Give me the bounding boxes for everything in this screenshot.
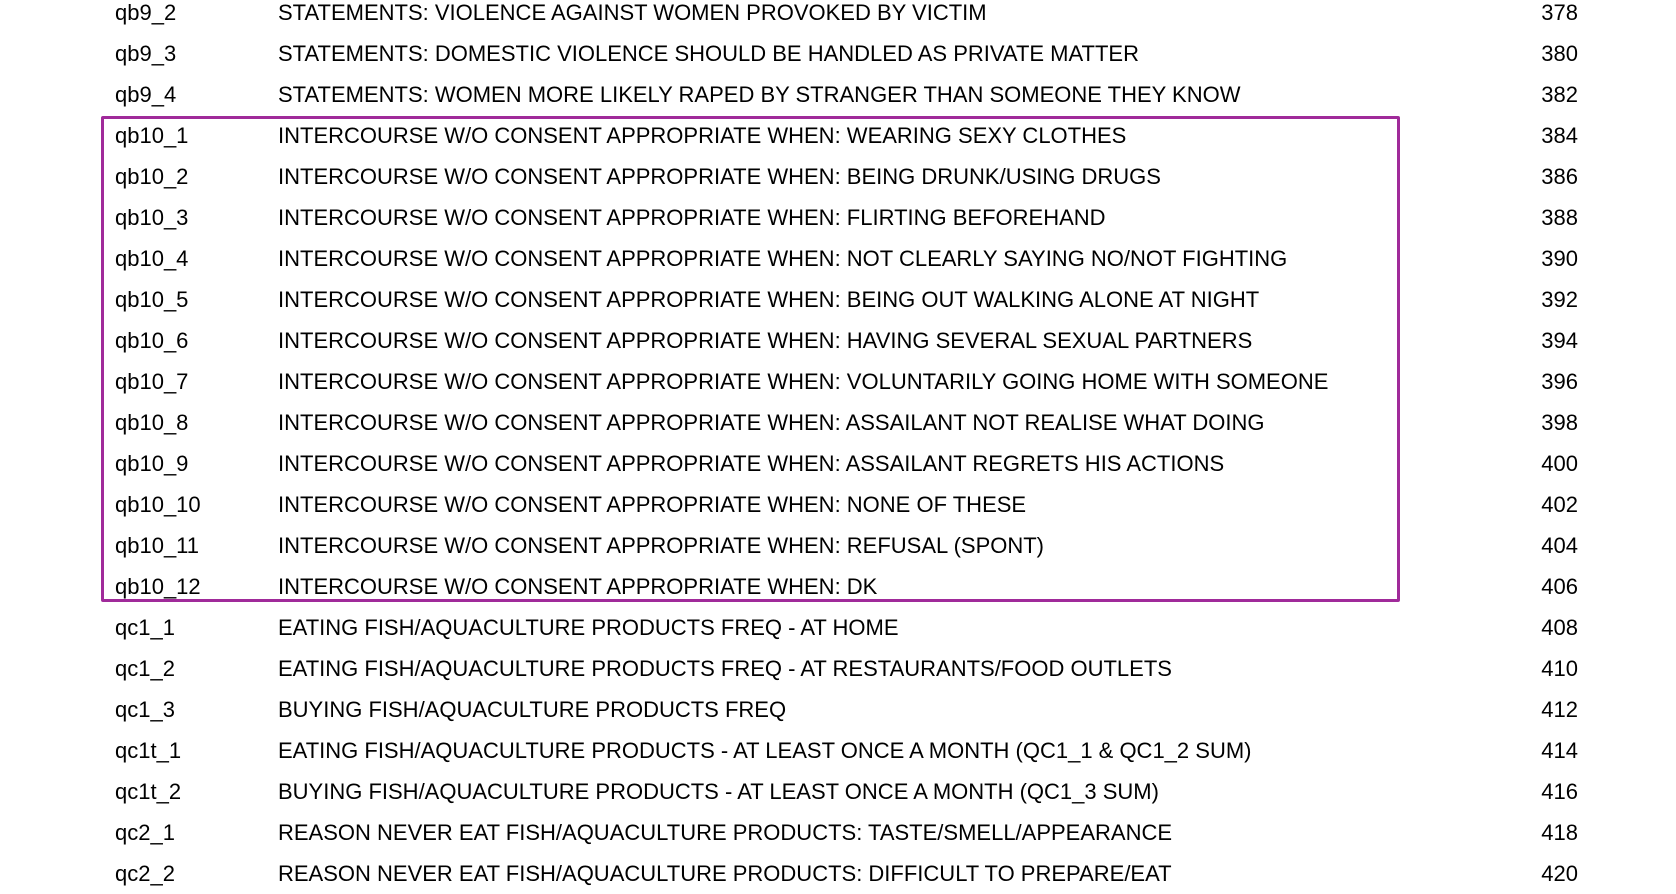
variable-label: INTERCOURSE W/O CONSENT APPROPRIATE WHEN… bbox=[278, 246, 1288, 271]
table-row: qc1_3 BUYING FISH/AQUACULTURE PRODUCTS FR… bbox=[0, 689, 1676, 730]
variable-name: qc1t_1 bbox=[115, 738, 182, 763]
table-row: qb10_12 INTERCOURSE W/O CONSENT APPROPRIA… bbox=[0, 566, 1676, 607]
variable-name: qc1_2 bbox=[115, 656, 175, 681]
variable-label: INTERCOURSE W/O CONSENT APPROPRIATE WHEN… bbox=[278, 205, 1106, 230]
page-number: 414 bbox=[1541, 738, 1578, 763]
page-number: 410 bbox=[1541, 656, 1578, 681]
variable-label: STATEMENTS: DOMESTIC VIOLENCE SHOULD BE … bbox=[278, 41, 1139, 66]
page-number: 412 bbox=[1541, 697, 1578, 722]
table-row: qc1_1 EATING FISH/AQUACULTURE PRODUCTS FR… bbox=[0, 607, 1676, 648]
page-number: 398 bbox=[1541, 410, 1578, 435]
variable-name: qb10_12 bbox=[115, 574, 201, 599]
variable-name: qb10_6 bbox=[115, 328, 189, 353]
table-row: qb9_4 STATEMENTS: WOMEN MORE LIKELY RAPED… bbox=[0, 74, 1676, 115]
variable-label: INTERCOURSE W/O CONSENT APPROPRIATE WHEN… bbox=[278, 287, 1260, 312]
variable-label: REASON NEVER EAT FISH/AQUACULTURE PRODUC… bbox=[278, 861, 1172, 886]
variable-label: BUYING FISH/AQUACULTURE PRODUCTS FREQ bbox=[278, 697, 787, 722]
variable-label: EATING FISH/AQUACULTURE PRODUCTS FREQ - … bbox=[278, 615, 899, 640]
variable-index-table: qb9_2 STATEMENTS: VIOLENCE AGAINST WOMEN … bbox=[0, 0, 1676, 894]
variable-label: INTERCOURSE W/O CONSENT APPROPRIATE WHEN… bbox=[278, 492, 1027, 517]
table-row: qb10_4 INTERCOURSE W/O CONSENT APPROPRIAT… bbox=[0, 238, 1676, 279]
table-row: qb9_3 STATEMENTS: DOMESTIC VIOLENCE SHOUL… bbox=[0, 33, 1676, 74]
table-row: qc2_1 REASON NEVER EAT FISH/AQUACULTURE P… bbox=[0, 812, 1676, 853]
variable-name: qb10_1 bbox=[115, 123, 189, 148]
variable-name: qb10_3 bbox=[115, 205, 189, 230]
table-row: qb10_8 INTERCOURSE W/O CONSENT APPROPRIAT… bbox=[0, 402, 1676, 443]
page-number: 384 bbox=[1541, 123, 1578, 148]
variable-label: INTERCOURSE W/O CONSENT APPROPRIATE WHEN… bbox=[278, 533, 1045, 558]
variable-label: EATING FISH/AQUACULTURE PRODUCTS FREQ - … bbox=[278, 656, 1172, 681]
variable-name: qb9_2 bbox=[115, 0, 177, 25]
table-row: qb10_2 INTERCOURSE W/O CONSENT APPROPRIAT… bbox=[0, 156, 1676, 197]
table-row: qc1t_2 BUYING FISH/AQUACULTURE PRODUCTS -… bbox=[0, 771, 1676, 812]
variable-name: qb10_8 bbox=[115, 410, 189, 435]
variable-label: STATEMENTS: VIOLENCE AGAINST WOMEN PROVO… bbox=[278, 0, 987, 25]
table-row: qc1t_1 EATING FISH/AQUACULTURE PRODUCTS -… bbox=[0, 730, 1676, 771]
page-number: 380 bbox=[1541, 41, 1578, 66]
table-row: qb10_6 INTERCOURSE W/O CONSENT APPROPRIAT… bbox=[0, 320, 1676, 361]
variable-name: qb10_10 bbox=[115, 492, 201, 517]
variable-label: INTERCOURSE W/O CONSENT APPROPRIATE WHEN… bbox=[278, 451, 1225, 476]
page-number: 406 bbox=[1541, 574, 1578, 599]
page-number: 390 bbox=[1541, 246, 1578, 271]
table-row: qb9_2 STATEMENTS: VIOLENCE AGAINST WOMEN … bbox=[0, 0, 1676, 33]
variable-name: qc2_2 bbox=[115, 861, 175, 886]
table-row: qb10_11 INTERCOURSE W/O CONSENT APPROPRIA… bbox=[0, 525, 1676, 566]
variable-name: qb10_2 bbox=[115, 164, 189, 189]
variable-name: qc1_1 bbox=[115, 615, 175, 640]
page-number: 418 bbox=[1541, 820, 1578, 845]
variable-label: INTERCOURSE W/O CONSENT APPROPRIATE WHEN… bbox=[278, 328, 1253, 353]
variable-name: qb10_5 bbox=[115, 287, 189, 312]
variable-label: INTERCOURSE W/O CONSENT APPROPRIATE WHEN… bbox=[278, 410, 1265, 435]
variable-name: qb10_7 bbox=[115, 369, 189, 394]
variable-name: qb10_11 bbox=[115, 533, 200, 558]
page-number: 382 bbox=[1541, 82, 1578, 107]
variable-label: INTERCOURSE W/O CONSENT APPROPRIATE WHEN… bbox=[278, 164, 1161, 189]
variable-name: qc2_1 bbox=[115, 820, 175, 845]
variable-name: qb9_4 bbox=[115, 82, 177, 107]
variable-label: REASON NEVER EAT FISH/AQUACULTURE PRODUC… bbox=[278, 820, 1173, 845]
variable-label: INTERCOURSE W/O CONSENT APPROPRIATE WHEN… bbox=[278, 369, 1329, 394]
variable-name: qc1_3 bbox=[115, 697, 175, 722]
page-number: 392 bbox=[1541, 287, 1578, 312]
table-row: qc1_2 EATING FISH/AQUACULTURE PRODUCTS FR… bbox=[0, 648, 1676, 689]
page-number: 378 bbox=[1541, 0, 1578, 25]
page-number: 416 bbox=[1541, 779, 1578, 804]
table-row: qc2_2 REASON NEVER EAT FISH/AQUACULTURE P… bbox=[0, 853, 1676, 894]
table-row: qb10_9 INTERCOURSE W/O CONSENT APPROPRIAT… bbox=[0, 443, 1676, 484]
variable-label: INTERCOURSE W/O CONSENT APPROPRIATE WHEN… bbox=[278, 574, 878, 599]
table-row: qb10_1 INTERCOURSE W/O CONSENT APPROPRIAT… bbox=[0, 115, 1676, 156]
variable-label: STATEMENTS: WOMEN MORE LIKELY RAPED BY S… bbox=[278, 82, 1241, 107]
page-number: 402 bbox=[1541, 492, 1578, 517]
page-number: 404 bbox=[1541, 533, 1578, 558]
table-row: qb10_7 INTERCOURSE W/O CONSENT APPROPRIAT… bbox=[0, 361, 1676, 402]
variable-name: qb9_3 bbox=[115, 41, 177, 66]
variable-label: BUYING FISH/AQUACULTURE PRODUCTS - AT LE… bbox=[278, 779, 1159, 804]
page-number: 400 bbox=[1541, 451, 1578, 476]
page-number: 396 bbox=[1541, 369, 1578, 394]
page-number: 386 bbox=[1541, 164, 1578, 189]
page-number: 408 bbox=[1541, 615, 1578, 640]
page-number: 420 bbox=[1541, 861, 1578, 886]
variable-label: INTERCOURSE W/O CONSENT APPROPRIATE WHEN… bbox=[278, 123, 1127, 148]
table-row: qb10_3 INTERCOURSE W/O CONSENT APPROPRIAT… bbox=[0, 197, 1676, 238]
page-number: 394 bbox=[1541, 328, 1578, 353]
variable-name: qc1t_2 bbox=[115, 779, 182, 804]
table-row: qb10_10 INTERCOURSE W/O CONSENT APPROPRIA… bbox=[0, 484, 1676, 525]
variable-name: qb10_9 bbox=[115, 451, 189, 476]
page-number: 388 bbox=[1541, 205, 1578, 230]
variable-label: EATING FISH/AQUACULTURE PRODUCTS - AT LE… bbox=[278, 738, 1252, 763]
variable-name: qb10_4 bbox=[115, 246, 189, 271]
table-row: qb10_5 INTERCOURSE W/O CONSENT APPROPRIAT… bbox=[0, 279, 1676, 320]
